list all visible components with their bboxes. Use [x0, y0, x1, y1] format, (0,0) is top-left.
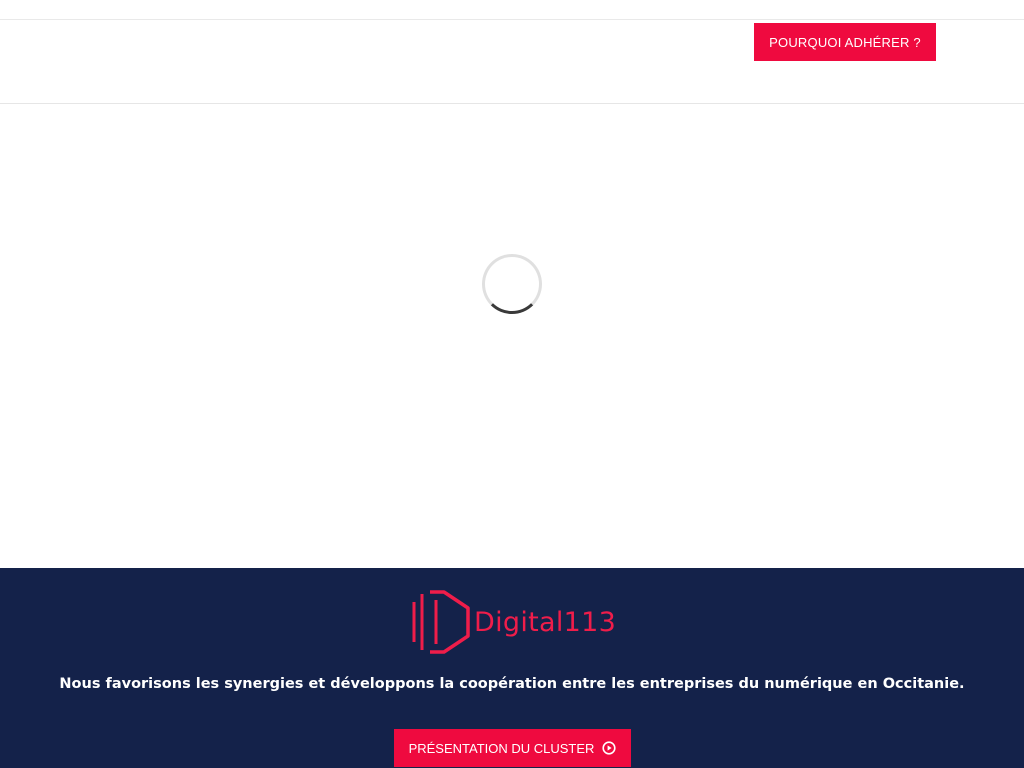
loading-spinner-icon	[482, 254, 542, 314]
logo-mark-icon	[412, 590, 470, 654]
play-circle-icon	[602, 741, 617, 755]
digital113-logo[interactable]: Digital113	[410, 588, 620, 656]
cluster-presentation-button[interactable]: PRÉSENTATION DU CLUSTER	[394, 729, 631, 767]
header-divider	[0, 19, 1024, 20]
site-header: POURQUOI ADHÉRER ?	[0, 0, 1024, 104]
main-content	[0, 104, 1024, 568]
why-join-button[interactable]: POURQUOI ADHÉRER ?	[754, 23, 936, 61]
cluster-presentation-label: PRÉSENTATION DU CLUSTER	[408, 740, 595, 756]
footer-tagline: Nous favorisons les synergies et dévelop…	[59, 676, 965, 692]
logo-text: Digital113	[474, 606, 617, 638]
